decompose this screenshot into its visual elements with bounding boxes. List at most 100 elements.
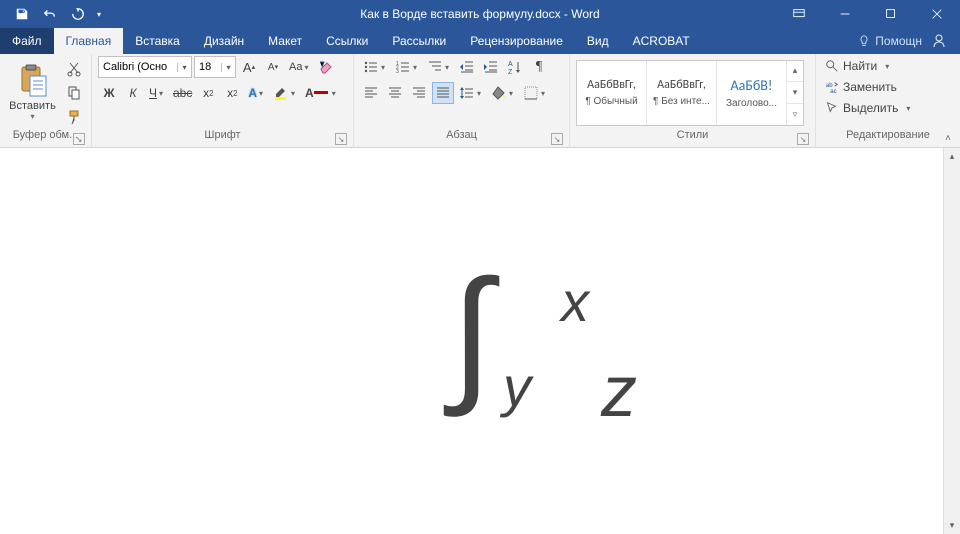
font-name-combo[interactable]: ▾ xyxy=(98,56,192,78)
clipboard-launcher[interactable]: ↘ xyxy=(73,133,85,145)
subscript-button[interactable]: x2 xyxy=(197,82,219,104)
change-case-button[interactable]: Aa▾ xyxy=(286,56,313,78)
tab-design[interactable]: Дизайн xyxy=(192,28,256,54)
styles-gallery[interactable]: АаБбВвГг, ¶ Обычный АаБбВвГг, ¶ Без инте… xyxy=(576,60,804,126)
style-heading1[interactable]: АаБбВ! Заголово... xyxy=(717,61,787,125)
borders-button[interactable]: ▾ xyxy=(520,82,550,104)
font-size-dropdown[interactable]: ▾ xyxy=(221,63,235,72)
bold-button[interactable]: Ж xyxy=(98,82,120,104)
tab-acrobat[interactable]: ACROBAT xyxy=(621,28,702,54)
font-color-button[interactable]: A▾ xyxy=(302,82,341,104)
styles-scroll-down[interactable]: ▾ xyxy=(787,81,803,103)
font-launcher[interactable]: ↘ xyxy=(335,133,347,145)
paragraph-launcher[interactable]: ↘ xyxy=(551,133,563,145)
document-page[interactable]: ∫ x y z xyxy=(0,148,943,534)
select-button[interactable]: Выделить▾ xyxy=(822,98,915,118)
increase-font-button[interactable]: A▴ xyxy=(238,56,260,78)
superscript-button[interactable]: x2 xyxy=(221,82,243,104)
document-area: ∫ x y z ▴ ▾ xyxy=(0,148,960,534)
justify-button[interactable] xyxy=(432,82,454,104)
tab-file[interactable]: Файл xyxy=(0,28,54,54)
cut-button[interactable] xyxy=(63,58,85,80)
close-icon xyxy=(930,7,944,21)
font-name-input[interactable] xyxy=(99,61,177,73)
format-painter-button[interactable] xyxy=(63,106,85,128)
styles-launcher[interactable]: ↘ xyxy=(797,133,809,145)
indent-icon xyxy=(483,59,499,75)
redo-button[interactable] xyxy=(64,0,92,28)
paste-label: Вставить xyxy=(9,100,56,112)
sort-button[interactable]: AZ xyxy=(504,56,526,78)
integral-lower-limit: y xyxy=(503,354,531,419)
svg-text:3: 3 xyxy=(396,69,399,75)
line-spacing-icon xyxy=(459,85,475,101)
tab-insert[interactable]: Вставка xyxy=(123,28,192,54)
underline-button[interactable]: Ч▾ xyxy=(146,82,168,104)
save-button[interactable] xyxy=(8,0,36,28)
undo-icon xyxy=(43,7,57,21)
minimize-button[interactable] xyxy=(822,0,868,28)
copy-button[interactable] xyxy=(63,82,85,104)
styles-expand[interactable]: ▿ xyxy=(787,103,803,125)
paste-button[interactable]: Вставить ▾ xyxy=(6,60,59,126)
decrease-indent-button[interactable] xyxy=(456,56,478,78)
strikethrough-button[interactable]: abc xyxy=(170,82,195,104)
decrease-font-button[interactable]: A▾ xyxy=(262,56,284,78)
maximize-button[interactable] xyxy=(868,0,914,28)
bullets-button[interactable]: ▾ xyxy=(360,56,390,78)
group-clipboard-label: Буфер обм... xyxy=(13,129,79,141)
font-size-input[interactable] xyxy=(195,61,221,73)
equation-object[interactable]: ∫ x y z xyxy=(451,273,492,393)
font-size-combo[interactable]: ▾ xyxy=(194,56,236,78)
group-font: ▾ ▾ A▴ A▾ Aa▾ Ж К Ч▾ abc x2 x2 A▾ ▾ xyxy=(92,54,354,147)
qat-customize[interactable]: ▾ xyxy=(92,0,106,28)
align-center-button[interactable] xyxy=(384,82,406,104)
maximize-icon xyxy=(884,7,898,21)
group-paragraph: ▾ 123▾ ▾ AZ ¶ ▾ ▾ ▾ Абзац↘ xyxy=(354,54,570,147)
scroll-down[interactable]: ▾ xyxy=(944,517,960,534)
highlight-button[interactable]: ▾ xyxy=(270,82,300,104)
find-button[interactable]: Найти▾ xyxy=(822,56,894,76)
vertical-scrollbar[interactable]: ▴ ▾ xyxy=(943,148,960,534)
styles-scroll: ▴ ▾ ▿ xyxy=(787,61,803,125)
style-no-spacing[interactable]: АаБбВвГг, ¶ Без инте... xyxy=(647,61,717,125)
styles-scroll-up[interactable]: ▴ xyxy=(787,61,803,82)
undo-button[interactable] xyxy=(36,0,64,28)
tab-references[interactable]: Ссылки xyxy=(314,28,380,54)
font-name-dropdown[interactable]: ▾ xyxy=(177,63,191,72)
integral-upper-limit: x xyxy=(561,269,589,334)
tab-view[interactable]: Вид xyxy=(575,28,621,54)
italic-button[interactable]: К xyxy=(122,82,144,104)
tab-home[interactable]: Главная xyxy=(54,28,124,54)
ribbon-display-options[interactable] xyxy=(776,0,822,28)
integral-symbol: ∫ xyxy=(451,273,492,393)
increase-indent-button[interactable] xyxy=(480,56,502,78)
ribbon-tabs: Файл Главная Вставка Дизайн Макет Ссылки… xyxy=(0,28,960,54)
tab-review[interactable]: Рецензирование xyxy=(458,28,575,54)
tab-mailings[interactable]: Рассылки xyxy=(380,28,458,54)
numbering-button[interactable]: 123▾ xyxy=(392,56,422,78)
replace-button[interactable]: abac Заменить xyxy=(822,77,900,97)
clear-formatting-button[interactable] xyxy=(315,56,337,78)
group-font-label: Шрифт xyxy=(204,129,240,141)
align-right-button[interactable] xyxy=(408,82,430,104)
text-effects-button[interactable]: A▾ xyxy=(245,82,268,104)
search-icon xyxy=(825,59,839,73)
collapse-ribbon[interactable]: ˄ xyxy=(940,131,956,145)
shading-button[interactable]: ▾ xyxy=(488,82,518,104)
close-button[interactable] xyxy=(914,0,960,28)
window-buttons xyxy=(776,0,960,28)
tab-layout[interactable]: Макет xyxy=(256,28,314,54)
style-normal[interactable]: АаБбВвГг, ¶ Обычный xyxy=(577,61,647,125)
group-styles-label: Стили xyxy=(677,129,709,141)
align-left-button[interactable] xyxy=(360,82,382,104)
share-button[interactable] xyxy=(928,30,950,52)
tell-me[interactable]: Помощн xyxy=(857,34,922,48)
show-marks-button[interactable]: ¶ xyxy=(528,56,550,78)
multilevel-list-button[interactable]: ▾ xyxy=(424,56,454,78)
scroll-up[interactable]: ▴ xyxy=(944,148,960,165)
justify-icon xyxy=(435,85,451,101)
borders-icon xyxy=(523,85,539,101)
line-spacing-button[interactable]: ▾ xyxy=(456,82,486,104)
quick-access-toolbar: ▾ xyxy=(0,0,106,28)
